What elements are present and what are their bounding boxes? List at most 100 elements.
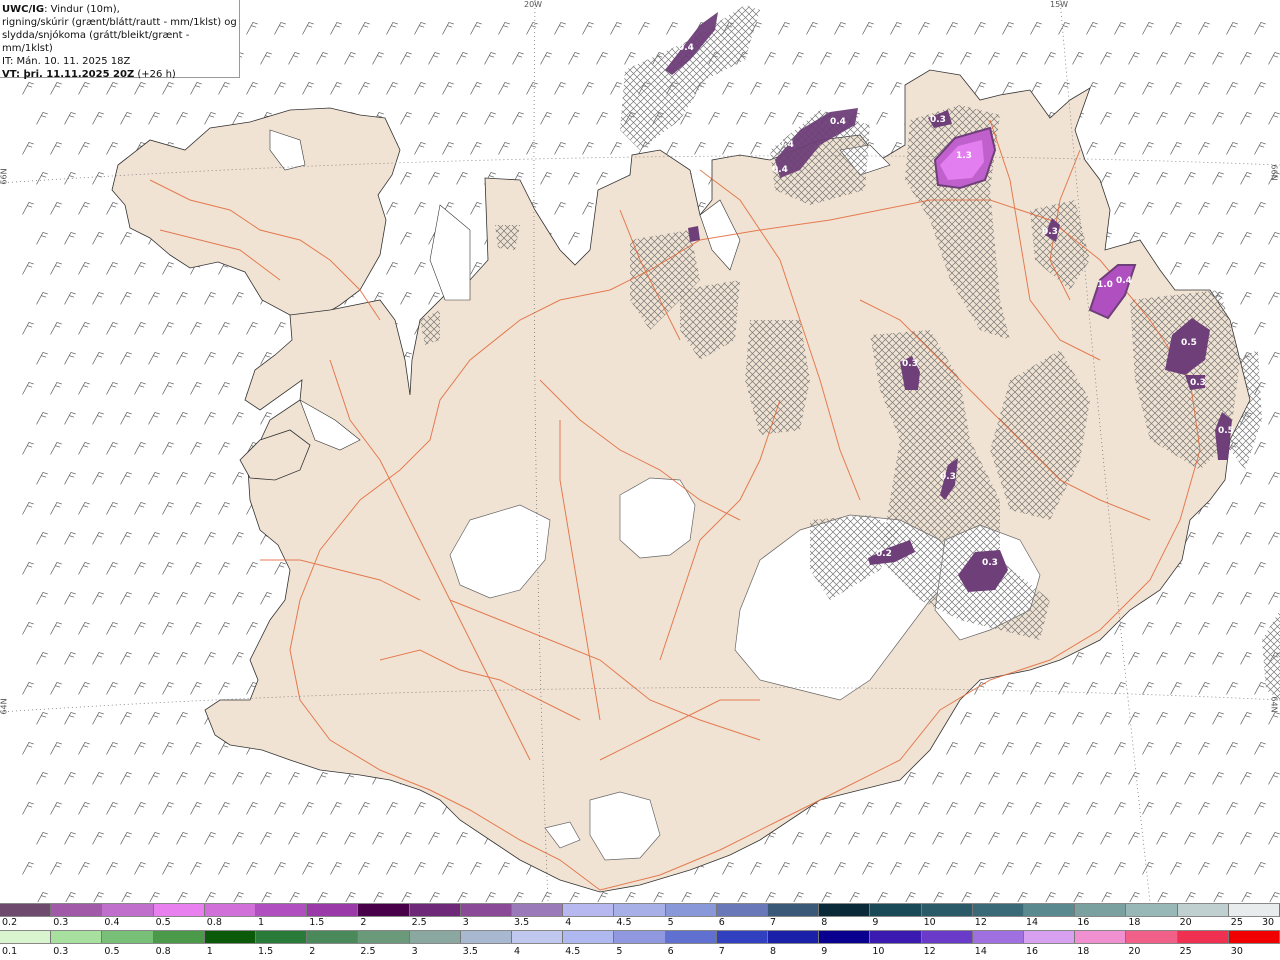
grid-label-20w: 20W	[524, 0, 543, 9]
scale-swatch	[665, 904, 717, 916]
map-info-box: UWC/IG: Vindur (10m), rigning/skúrir (gr…	[0, 0, 240, 80]
scale-tick-label: 2.5	[360, 946, 376, 957]
scale-tick-label: 3	[462, 917, 469, 928]
precip-value-label: 1.3	[956, 151, 972, 161]
scale-tick-label: 14	[1026, 917, 1039, 928]
grid-label-64n-left: 64N	[0, 698, 9, 715]
scale-tick-label: 30	[1262, 917, 1275, 928]
scale-swatch	[716, 904, 769, 916]
scale-swatch	[716, 931, 769, 943]
scale-swatch	[614, 931, 666, 943]
precip-value-label: 0.3	[1042, 227, 1058, 237]
scale-swatch	[665, 931, 717, 943]
info-line3: slydda/snjókoma (grátt/bleikt/grænt - mm…	[2, 30, 190, 54]
scale-tick-label: 1	[258, 917, 265, 928]
grid-label-15w: 15W	[1050, 0, 1069, 9]
scale-tick-label: 0.5	[155, 917, 171, 928]
scale-tick-label: 6	[718, 917, 725, 928]
precip-value-label: 0.3	[930, 115, 946, 125]
map-canvas: 0.40.40.40.41.30.30.31.0 0.40.50.30.50.30…	[0, 0, 1280, 902]
scale-tick-label: 0.4	[104, 917, 120, 928]
rain-scale-labels: 0.1 0.3 0.5 0.8 1 1.5 2 2.5 3 3.5 4 4.5 5 6 7 8 9 10 12 14 1…	[0, 946, 1280, 958]
scale-swatch	[819, 931, 871, 943]
scale-swatch	[768, 931, 820, 943]
scale-swatch	[1024, 931, 1076, 943]
scale-swatch	[819, 904, 871, 916]
scale-tick-label: 14	[974, 946, 987, 957]
scale-tick-label: 8	[770, 946, 777, 957]
grid-label-66n-left: 66N	[0, 168, 9, 185]
scale-swatch	[307, 904, 359, 916]
scale-tick-label: 0.2	[2, 917, 18, 928]
scale-swatch	[153, 904, 205, 916]
initial-time: IT: Mán. 10. 11. 2025 18Z	[2, 56, 131, 67]
scale-tick-label: 2	[360, 917, 367, 928]
scale-swatch	[51, 904, 103, 916]
scale-tick-label: 0.5	[104, 946, 120, 957]
forecast-offset: (+26 h)	[134, 69, 176, 80]
scale-swatch	[102, 904, 154, 916]
scale-tick-label: 1.5	[258, 946, 274, 957]
precip-value-label: 0.4	[830, 117, 846, 127]
scale-swatch	[1228, 931, 1280, 943]
scale-swatch	[1228, 904, 1280, 916]
scale-swatch	[512, 931, 564, 943]
scale-tick-label: 12	[974, 917, 987, 928]
scale-swatch	[409, 904, 461, 916]
valid-time: VT: þri. 11.11.2025 20Z	[2, 69, 135, 80]
precip-value-label: 0.4	[778, 140, 794, 150]
precip-value-label: 0.3	[940, 472, 956, 482]
scale-swatch	[1075, 904, 1127, 916]
precip-value-label: 0.3	[902, 359, 918, 369]
scale-swatch	[768, 904, 820, 916]
scale-swatch	[358, 904, 410, 916]
scale-swatch	[102, 931, 154, 943]
scale-tick-label: 9	[821, 946, 828, 957]
scale-tick-label: 20	[1179, 917, 1192, 928]
scale-swatch	[614, 904, 666, 916]
scale-tick-label: 7	[718, 946, 725, 957]
scale-tick-label: 7	[770, 917, 777, 928]
scale-swatch	[1126, 931, 1178, 943]
scale-tick-label: 9	[872, 917, 879, 928]
scale-swatch	[1075, 931, 1127, 943]
scale-tick-label: 18	[1128, 917, 1141, 928]
scale-swatch	[358, 931, 410, 943]
rain-color-scale	[0, 930, 1280, 944]
scale-tick-label: 0.3	[53, 946, 69, 957]
scale-tick-label: 1.5	[309, 917, 325, 928]
scale-tick-label: 16	[1077, 917, 1090, 928]
scale-tick-label: 20	[1128, 946, 1141, 957]
scale-swatch	[256, 931, 308, 943]
scale-tick-label: 10	[923, 917, 936, 928]
scale-swatch	[921, 904, 973, 916]
scale-tick-label: 0.1	[2, 946, 18, 957]
scale-tick-label: 0.3	[53, 917, 69, 928]
scale-swatch	[1126, 904, 1178, 916]
scale-tick-label: 25	[1230, 917, 1243, 928]
scale-swatch	[1177, 904, 1229, 916]
scale-tick-label: 3.5	[462, 946, 478, 957]
scale-tick-label: 30	[1230, 946, 1243, 957]
scale-swatch	[972, 904, 1025, 916]
scale-swatch	[0, 904, 52, 916]
scale-swatch	[563, 904, 615, 916]
scale-swatch	[870, 931, 922, 943]
scale-tick-label: 8	[821, 917, 828, 928]
scale-tick-label: 3.5	[514, 917, 530, 928]
info-line1: : Vindur (10m),	[44, 4, 120, 15]
scale-swatch	[0, 931, 52, 943]
scale-tick-label: 6	[667, 946, 674, 957]
precip-value-label: 0.5	[1181, 338, 1197, 348]
scale-swatch	[1024, 904, 1076, 916]
scale-tick-label: 4	[514, 946, 521, 957]
scale-swatch	[256, 904, 308, 916]
scale-swatch	[153, 931, 205, 943]
scale-tick-label: 3	[411, 946, 418, 957]
scale-tick-label: 16	[1026, 946, 1039, 957]
grid-label-64n-right: 64N	[1269, 696, 1279, 713]
snow-scale-labels: 0.2 0.3 0.4 0.5 0.8 1 1.5 2 2.5 3 3.5 4 4.5 5 6 7 8 9 10 12…	[0, 917, 1280, 929]
scale-swatch	[870, 904, 922, 916]
scale-swatch	[972, 931, 1025, 943]
scale-swatch	[1177, 931, 1229, 943]
